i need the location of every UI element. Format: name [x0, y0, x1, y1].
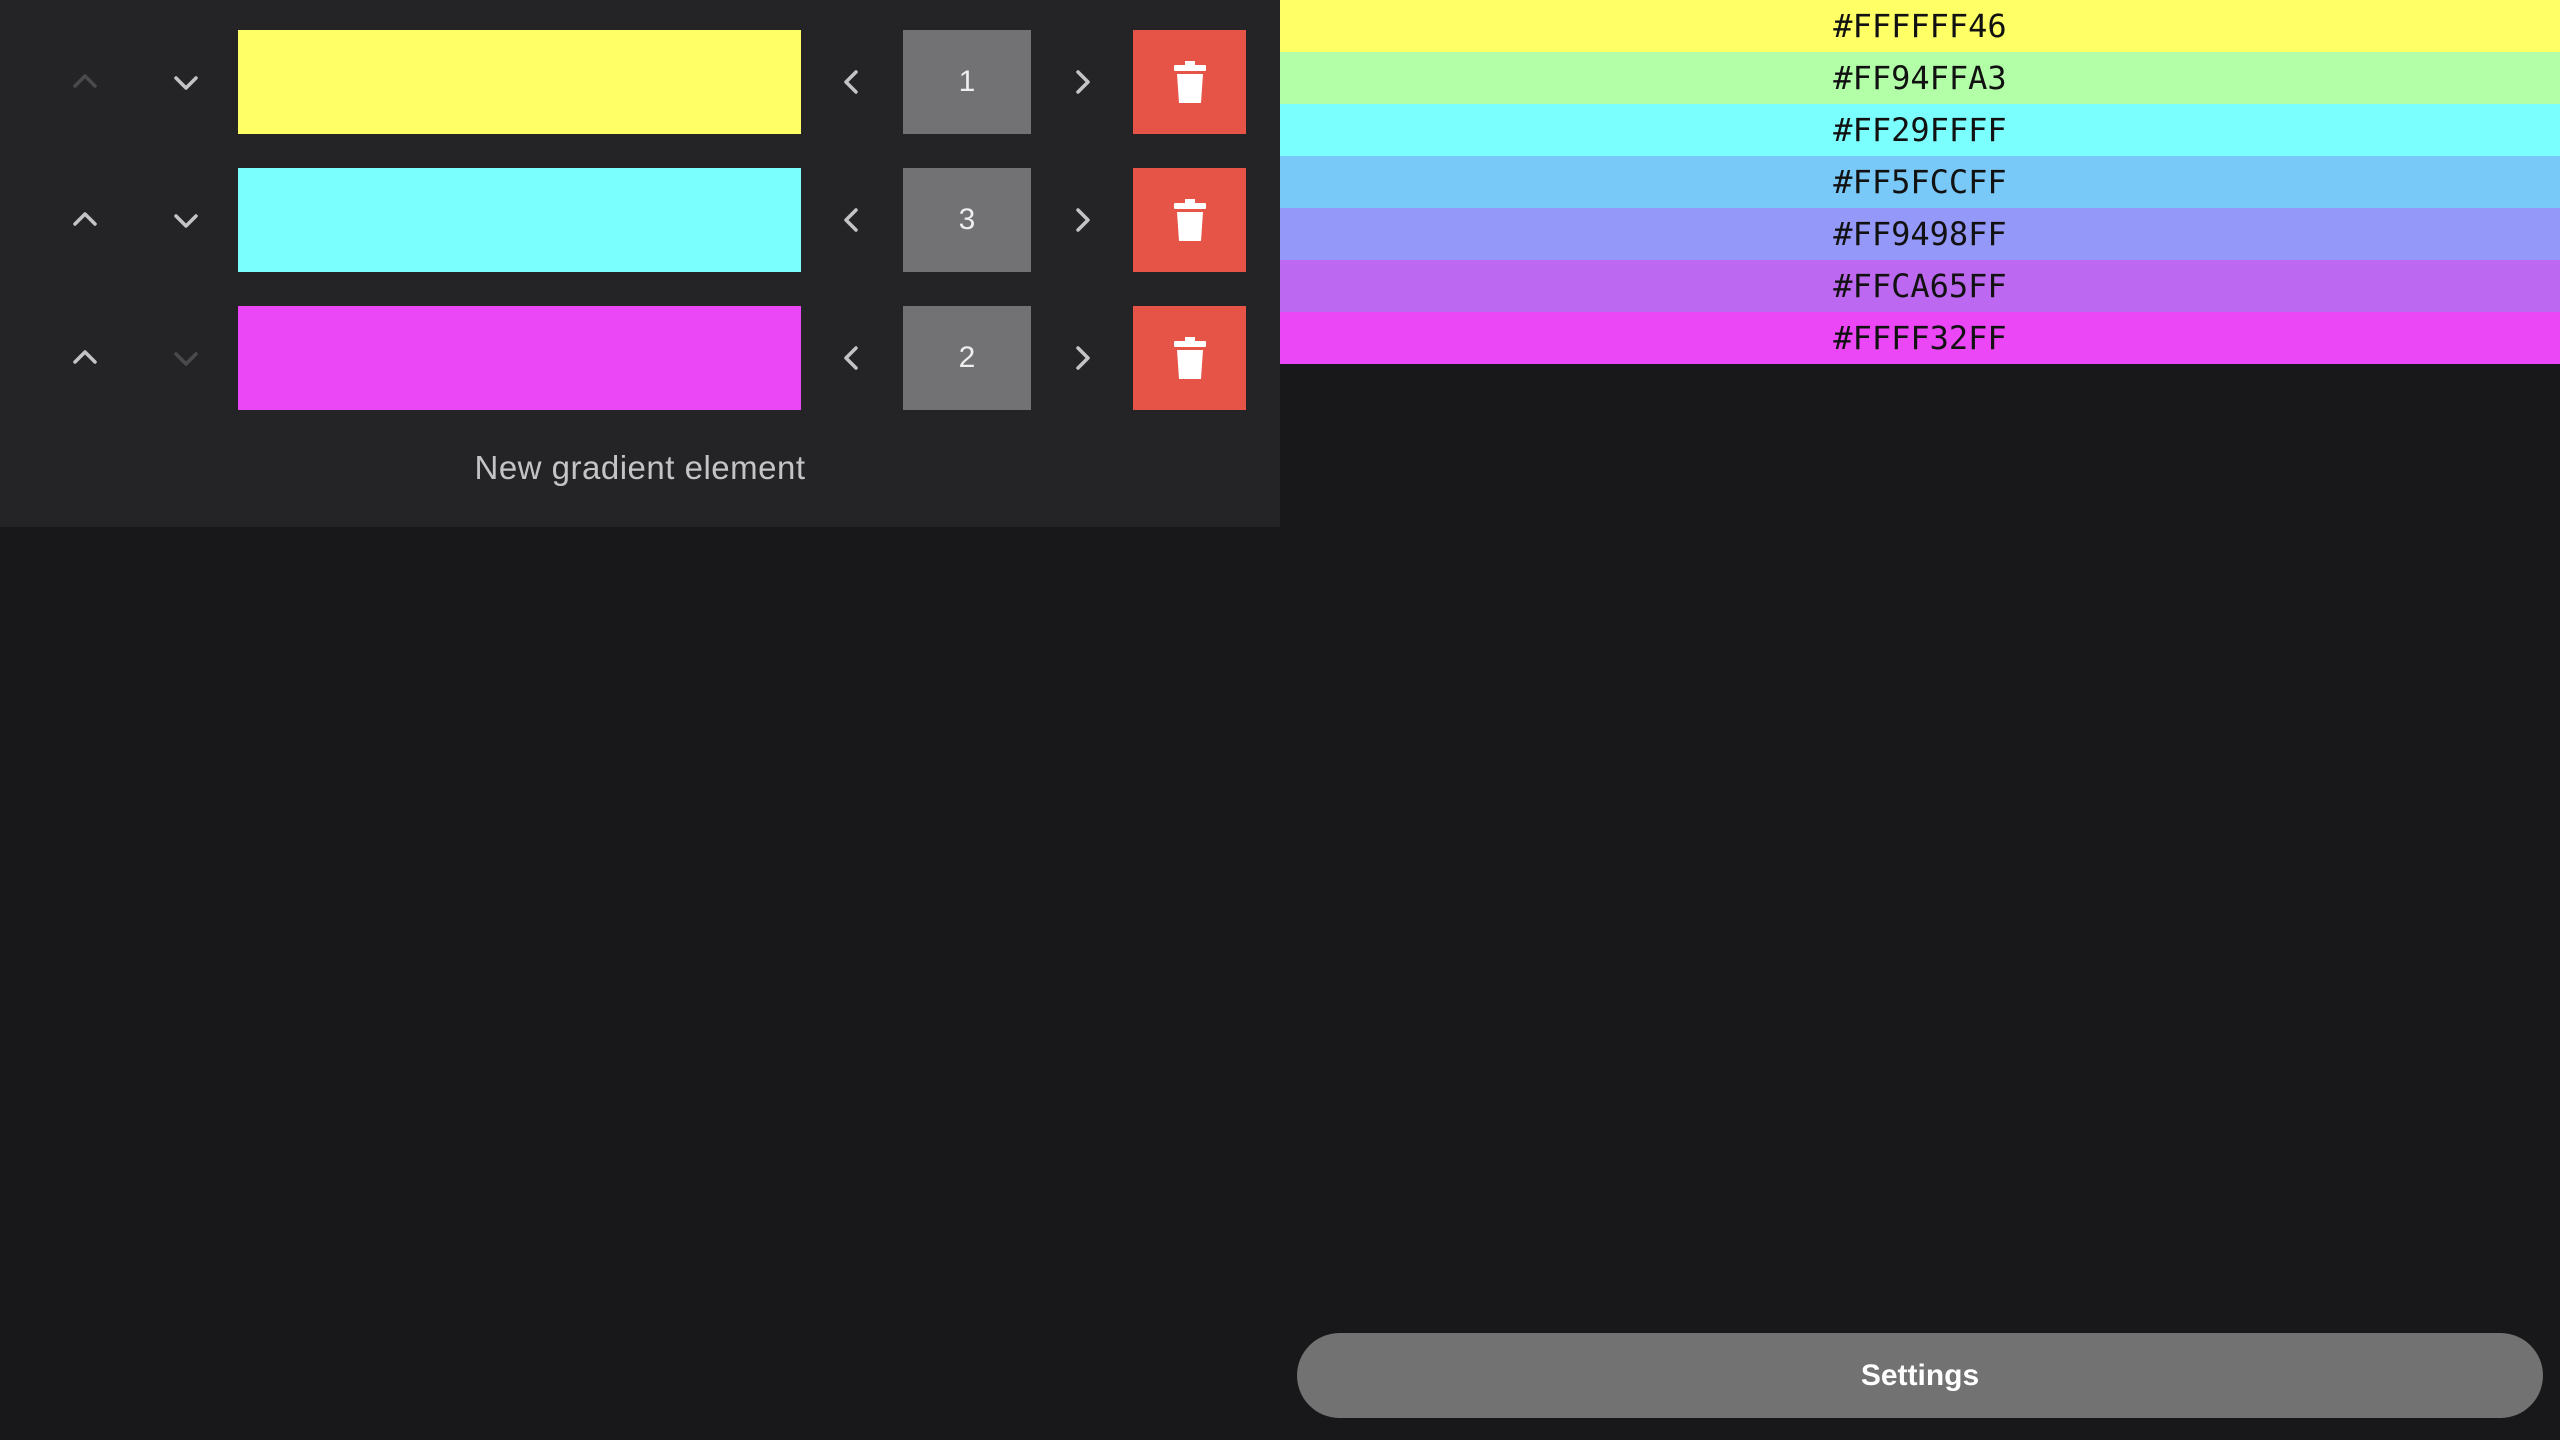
chevron-down-icon: [174, 214, 198, 228]
preview-color-band: #FFFF32FF: [1280, 312, 2560, 364]
trash-icon: [1173, 337, 1206, 379]
decrease-weight-button[interactable]: [816, 46, 888, 118]
color-swatch[interactable]: [238, 168, 801, 272]
settings-button[interactable]: Settings: [1297, 1333, 2543, 1418]
preview-color-band: #FF94FFA3: [1280, 52, 2560, 104]
gradient-element-row: 3: [0, 168, 1280, 272]
chevron-left-icon: [844, 70, 858, 94]
chevron-right-icon: [1076, 346, 1090, 370]
move-down-button: [150, 322, 222, 394]
delete-element-button[interactable]: [1133, 30, 1246, 134]
gradient-element-row: 1: [0, 30, 1280, 134]
chevron-right-icon: [1076, 70, 1090, 94]
preview-color-band: #FFFFFF46: [1280, 0, 2560, 52]
move-down-button[interactable]: [150, 46, 222, 118]
increase-weight-button[interactable]: [1046, 46, 1118, 118]
chevron-right-icon: [1076, 208, 1090, 232]
delete-element-button[interactable]: [1133, 168, 1246, 272]
gradient-editor-panel: 1 3 2 New gradient element: [0, 0, 1280, 527]
color-swatch[interactable]: [238, 30, 801, 134]
weight-value: 3: [903, 168, 1031, 272]
preview-color-band: #FF29FFFF: [1280, 104, 2560, 156]
preview-color-band: #FF9498FF: [1280, 208, 2560, 260]
preview-color-band: #FF5FCCFF: [1280, 156, 2560, 208]
gradient-element-row: 2: [0, 306, 1280, 410]
increase-weight-button[interactable]: [1046, 184, 1118, 256]
color-swatch[interactable]: [238, 306, 801, 410]
move-up-button[interactable]: [49, 322, 121, 394]
move-up-button: [49, 46, 121, 118]
chevron-up-icon: [73, 350, 97, 364]
preview-color-band: #FFCA65FF: [1280, 260, 2560, 312]
move-down-button[interactable]: [150, 184, 222, 256]
gradient-preview-list: #FFFFFF46 #FF94FFA3 #FF29FFFF #FF5FCCFF #FF9…: [1280, 0, 2560, 364]
decrease-weight-button[interactable]: [816, 184, 888, 256]
increase-weight-button[interactable]: [1046, 322, 1118, 394]
chevron-down-icon: [174, 352, 198, 366]
chevron-up-icon: [73, 212, 97, 226]
weight-value: 2: [903, 306, 1031, 410]
move-up-button[interactable]: [49, 184, 121, 256]
trash-icon: [1173, 61, 1206, 103]
delete-element-button[interactable]: [1133, 306, 1246, 410]
weight-value: 1: [903, 30, 1031, 134]
chevron-left-icon: [844, 346, 858, 370]
chevron-up-icon: [73, 74, 97, 88]
chevron-left-icon: [844, 208, 858, 232]
decrease-weight-button[interactable]: [816, 322, 888, 394]
new-gradient-element-button[interactable]: New gradient element: [0, 438, 1280, 498]
trash-icon: [1173, 199, 1206, 241]
chevron-down-icon: [174, 76, 198, 90]
